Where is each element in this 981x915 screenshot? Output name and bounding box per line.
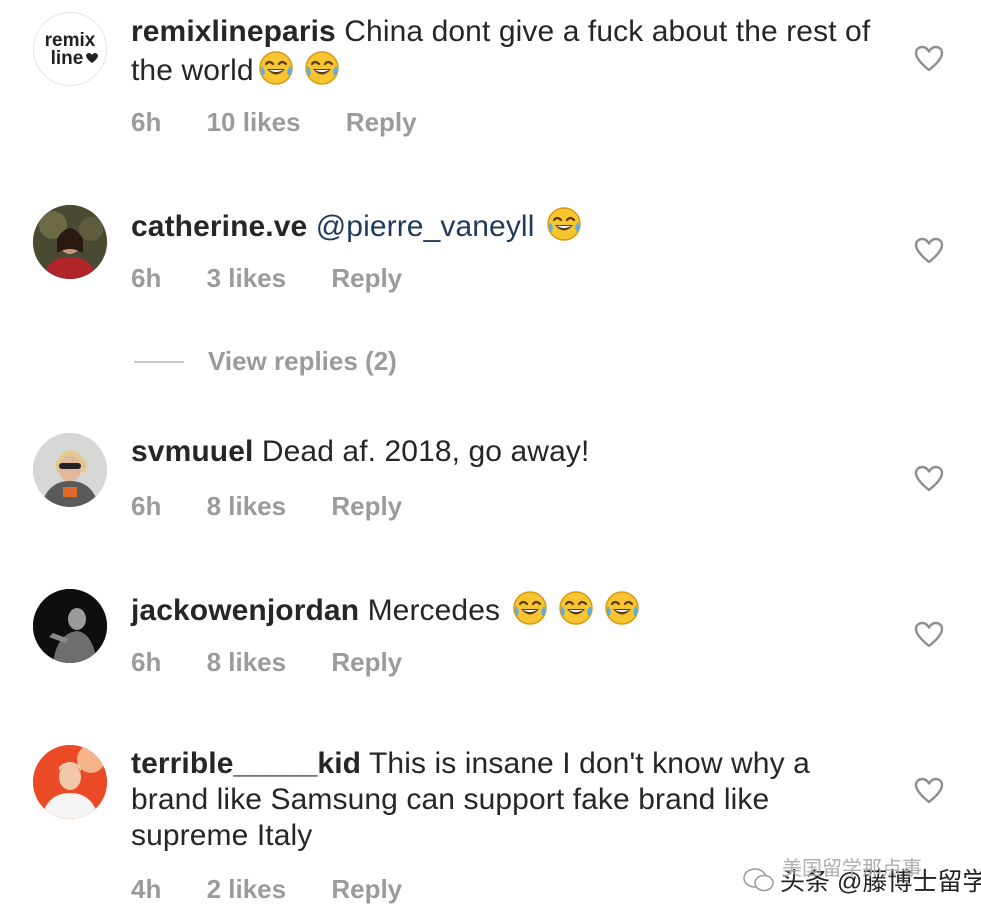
reply-button[interactable]: Reply <box>346 107 417 137</box>
comment-likes[interactable]: 2 likes <box>207 874 287 904</box>
wechat-icon <box>743 868 774 892</box>
face-with-tears-of-joy-icon <box>512 590 548 626</box>
comment-likes[interactable]: 3 likes <box>207 263 287 293</box>
comment-username[interactable]: terrible_____kid <box>131 747 361 780</box>
avatar-photo <box>33 589 107 663</box>
comment-text: jackowenjordan Mercedes <box>131 590 891 629</box>
avatar-photo <box>33 205 107 279</box>
comment-time: 6h <box>131 263 162 293</box>
reply-button[interactable]: Reply <box>331 647 402 677</box>
comment-username[interactable]: remixlineparis <box>131 15 336 48</box>
face-with-tears-of-joy-icon <box>258 50 294 86</box>
face-with-tears-of-joy-icon <box>304 50 340 86</box>
reply-button[interactable]: Reply <box>331 874 402 904</box>
comment-likes[interactable]: 8 likes <box>207 647 287 677</box>
comment-username[interactable]: catherine.ve <box>131 210 307 243</box>
comment-likes[interactable]: 8 likes <box>207 491 287 521</box>
comment-text: svmuuel Dead af. 2018, go away! <box>131 434 891 470</box>
heart-outline-icon[interactable] <box>914 45 944 72</box>
watermark-faint-text: 美国留学那点事 <box>782 858 922 880</box>
remixline-logo: remix line <box>45 30 98 69</box>
comment-time: 6h <box>131 647 162 677</box>
comment-meta: 6h 8 likes Reply <box>131 491 440 522</box>
comment-time: 6h <box>131 107 162 137</box>
reply-button[interactable]: Reply <box>331 491 402 521</box>
heart-outline-icon[interactable] <box>914 465 944 492</box>
avatar[interactable] <box>33 589 107 663</box>
face-with-tears-of-joy-icon <box>546 206 582 242</box>
comment-mention[interactable]: @pierre_vaneyll <box>316 210 535 243</box>
avatar-photo <box>33 433 107 507</box>
watermark: 美国留学那点事 头条 @藤博士留学 <box>742 858 981 898</box>
comment-username[interactable]: jackowenjordan <box>131 594 359 627</box>
comment-meta: 6h 8 likes Reply <box>131 647 440 678</box>
svg-text:line: line <box>51 48 84 69</box>
view-replies-label[interactable]: View replies (2) <box>208 346 397 377</box>
divider <box>134 361 184 363</box>
heart-outline-icon[interactable] <box>914 237 944 264</box>
avatar-photo <box>33 745 107 819</box>
comment-likes[interactable]: 10 likes <box>207 107 301 137</box>
avatar[interactable]: remix line <box>33 12 107 86</box>
comment-username[interactable]: svmuuel <box>131 435 253 468</box>
comment-time: 4h <box>131 874 162 904</box>
comment-meta: 4h 2 likes Reply <box>131 874 440 905</box>
comment-body: Mercedes <box>367 594 501 627</box>
comment-body: Dead af. 2018, go away! <box>261 435 590 468</box>
face-with-tears-of-joy-icon <box>558 590 594 626</box>
avatar[interactable] <box>33 433 107 507</box>
avatar[interactable] <box>33 205 107 279</box>
comment-text: remixlineparis China dont give a fuck ab… <box>131 14 891 89</box>
avatar[interactable] <box>33 745 107 819</box>
heart-outline-icon[interactable] <box>914 621 944 648</box>
comment-time: 6h <box>131 491 162 521</box>
comment-text: terrible_____kid This is insane I don't … <box>131 746 891 854</box>
comment-meta: 6h 3 likes Reply <box>131 263 440 294</box>
face-with-tears-of-joy-icon <box>604 590 640 626</box>
comment-text: catherine.ve @pierre_vaneyll <box>131 206 891 245</box>
reply-button[interactable]: Reply <box>331 263 402 293</box>
heart-outline-icon[interactable] <box>914 777 944 804</box>
comment-meta: 6h 10 likes Reply <box>131 107 455 138</box>
